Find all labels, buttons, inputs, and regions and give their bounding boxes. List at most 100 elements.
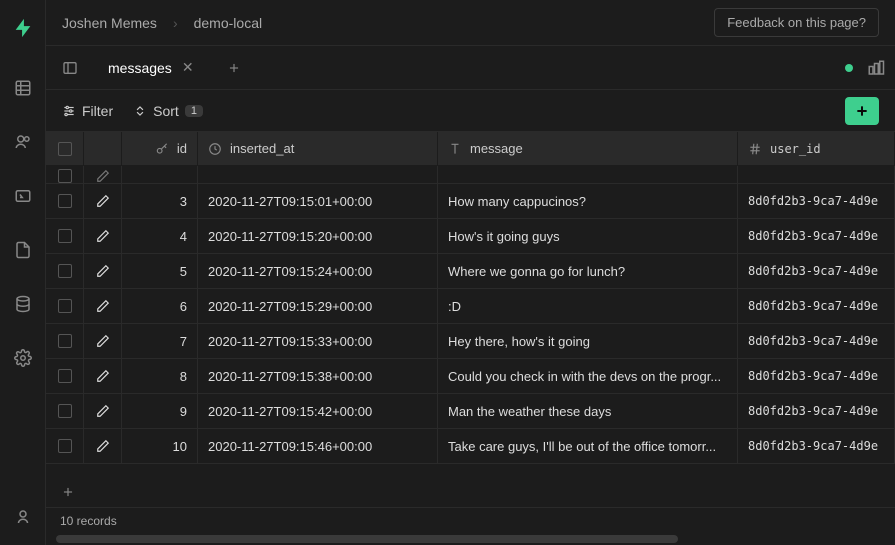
auth-icon[interactable] xyxy=(5,124,41,160)
cell-inserted-at[interactable]: 2020-11-27T09:15:38+00:00 xyxy=(198,359,438,393)
table-row[interactable]: 52020-11-27T09:15:24+00:00Where we gonna… xyxy=(46,254,895,289)
table-row[interactable] xyxy=(46,166,895,184)
close-icon[interactable]: ✕ xyxy=(182,59,194,76)
cell-user-id[interactable]: 8d0fd2b3-9ca7-4d9e xyxy=(738,394,895,428)
cell-message[interactable]: :D xyxy=(438,289,738,323)
filter-button[interactable]: Filter xyxy=(62,103,113,119)
edit-row-button[interactable] xyxy=(84,219,122,253)
cell-inserted-at[interactable]: 2020-11-27T09:15:20+00:00 xyxy=(198,219,438,253)
cell-id[interactable]: 10 xyxy=(122,429,198,463)
cell-message[interactable]: How's it going guys xyxy=(438,219,738,253)
cell-id[interactable]: 5 xyxy=(122,254,198,288)
row-checkbox[interactable] xyxy=(46,359,84,393)
row-checkbox[interactable] xyxy=(46,184,84,218)
horizontal-scrollbar[interactable] xyxy=(46,533,895,545)
row-checkbox[interactable] xyxy=(46,429,84,463)
toolbar: Filter Sort 1 xyxy=(46,90,895,132)
cell-user-id[interactable] xyxy=(738,166,895,183)
cell-inserted-at[interactable]: 2020-11-27T09:15:33+00:00 xyxy=(198,324,438,358)
edit-row-button[interactable] xyxy=(84,394,122,428)
table-row[interactable]: 72020-11-27T09:15:33+00:00Hey there, how… xyxy=(46,324,895,359)
column-label: message xyxy=(470,141,523,156)
breadcrumb-db[interactable]: demo-local xyxy=(194,15,262,31)
edit-row-button[interactable] xyxy=(84,254,122,288)
column-label: user_id xyxy=(770,142,821,156)
tab-messages[interactable]: messages ✕ xyxy=(94,51,208,84)
row-checkbox[interactable] xyxy=(46,254,84,288)
cell-user-id[interactable]: 8d0fd2b3-9ca7-4d9e xyxy=(738,324,895,358)
docs-icon[interactable] xyxy=(5,232,41,268)
table-row[interactable]: 32020-11-27T09:15:01+00:00How many cappu… xyxy=(46,184,895,219)
cell-message[interactable]: Hey there, how's it going xyxy=(438,324,738,358)
cell-id[interactable] xyxy=(122,166,198,183)
grid-footer xyxy=(46,477,895,507)
cell-message[interactable]: Man the weather these days xyxy=(438,394,738,428)
database-icon[interactable] xyxy=(5,286,41,322)
add-row-button[interactable] xyxy=(845,97,879,125)
filter-label: Filter xyxy=(82,103,113,119)
cell-message[interactable]: How many cappucinos? xyxy=(438,184,738,218)
account-icon[interactable] xyxy=(5,499,41,535)
edit-column xyxy=(84,132,122,165)
cell-user-id[interactable]: 8d0fd2b3-9ca7-4d9e xyxy=(738,219,895,253)
row-checkbox[interactable] xyxy=(46,394,84,428)
edit-row-button[interactable] xyxy=(84,184,122,218)
cell-user-id[interactable]: 8d0fd2b3-9ca7-4d9e xyxy=(738,359,895,393)
column-user-id[interactable]: user_id xyxy=(738,132,895,165)
cell-id[interactable]: 9 xyxy=(122,394,198,428)
cell-id[interactable]: 4 xyxy=(122,219,198,253)
table-row[interactable]: 82020-11-27T09:15:38+00:00Could you chec… xyxy=(46,359,895,394)
add-tab-button[interactable] xyxy=(220,54,248,82)
panel-toggle-icon[interactable] xyxy=(56,54,84,82)
row-checkbox[interactable] xyxy=(46,289,84,323)
cell-message[interactable]: Take care guys, I'll be out of the offic… xyxy=(438,429,738,463)
select-all-checkbox[interactable] xyxy=(46,132,84,165)
edit-row-button[interactable] xyxy=(84,429,122,463)
table-row[interactable]: 92020-11-27T09:15:42+00:00Man the weathe… xyxy=(46,394,895,429)
cell-user-id[interactable]: 8d0fd2b3-9ca7-4d9e xyxy=(738,289,895,323)
row-checkbox[interactable] xyxy=(46,324,84,358)
cell-inserted-at[interactable]: 2020-11-27T09:15:29+00:00 xyxy=(198,289,438,323)
logo-icon[interactable] xyxy=(5,10,41,46)
cell-message[interactable] xyxy=(438,166,738,183)
table-editor-icon[interactable] xyxy=(5,70,41,106)
cell-inserted-at[interactable]: 2020-11-27T09:15:01+00:00 xyxy=(198,184,438,218)
cell-id[interactable]: 7 xyxy=(122,324,198,358)
cell-inserted-at[interactable]: 2020-11-27T09:15:46+00:00 xyxy=(198,429,438,463)
row-checkbox[interactable] xyxy=(46,166,84,183)
row-checkbox[interactable] xyxy=(46,219,84,253)
status-bar: 10 records xyxy=(46,507,895,533)
sort-button[interactable]: Sort 1 xyxy=(133,103,203,119)
tab-bar: messages ✕ xyxy=(46,46,895,90)
feedback-button[interactable]: Feedback on this page? xyxy=(714,8,879,37)
cell-user-id[interactable]: 8d0fd2b3-9ca7-4d9e xyxy=(738,184,895,218)
cell-message[interactable]: Could you check in with the devs on the … xyxy=(438,359,738,393)
sql-icon[interactable] xyxy=(5,178,41,214)
edit-row-button[interactable] xyxy=(84,359,122,393)
cell-inserted-at[interactable]: 2020-11-27T09:15:42+00:00 xyxy=(198,394,438,428)
table-row[interactable]: 42020-11-27T09:15:20+00:00How's it going… xyxy=(46,219,895,254)
definition-icon[interactable] xyxy=(867,59,885,77)
sidebar xyxy=(0,0,46,545)
cell-user-id[interactable]: 8d0fd2b3-9ca7-4d9e xyxy=(738,429,895,463)
table-row[interactable]: 62020-11-27T09:15:29+00:00:D8d0fd2b3-9ca… xyxy=(46,289,895,324)
cell-inserted-at[interactable] xyxy=(198,166,438,183)
column-id[interactable]: id xyxy=(122,132,198,165)
column-inserted-at[interactable]: inserted_at xyxy=(198,132,438,165)
edit-row-button[interactable] xyxy=(84,166,122,183)
column-label: id xyxy=(177,141,187,156)
cell-id[interactable]: 6 xyxy=(122,289,198,323)
column-message[interactable]: message xyxy=(438,132,738,165)
footer-add-button[interactable] xyxy=(56,480,80,504)
table-row[interactable]: 102020-11-27T09:15:46+00:00Take care guy… xyxy=(46,429,895,464)
cell-id[interactable]: 8 xyxy=(122,359,198,393)
edit-row-button[interactable] xyxy=(84,289,122,323)
cell-message[interactable]: Where we gonna go for lunch? xyxy=(438,254,738,288)
cell-id[interactable]: 3 xyxy=(122,184,198,218)
settings-icon[interactable] xyxy=(5,340,41,376)
cell-inserted-at[interactable]: 2020-11-27T09:15:24+00:00 xyxy=(198,254,438,288)
breadcrumb-project[interactable]: Joshen Memes xyxy=(62,15,157,31)
scrollbar-thumb[interactable] xyxy=(56,535,678,543)
edit-row-button[interactable] xyxy=(84,324,122,358)
cell-user-id[interactable]: 8d0fd2b3-9ca7-4d9e xyxy=(738,254,895,288)
